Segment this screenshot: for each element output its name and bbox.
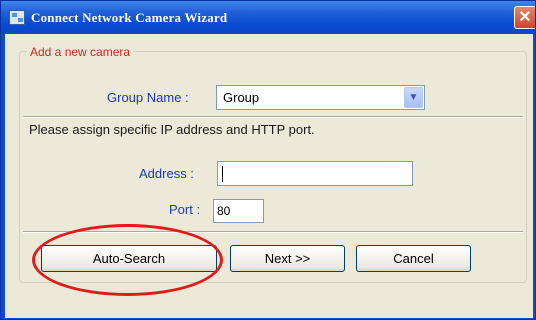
divider-bottom	[23, 231, 523, 233]
instruction-text: Please assign specific IP address and HT…	[29, 122, 315, 137]
close-icon: ✕	[518, 9, 532, 26]
group-name-value: Group	[223, 90, 260, 105]
port-label: Port :	[169, 202, 201, 217]
text-caret	[222, 166, 223, 182]
dialog-body: Add a new camera Group Name : Group ▼ Pl…	[5, 34, 533, 318]
group-name-label: Group Name :	[107, 90, 189, 105]
port-value: 80	[217, 204, 231, 218]
chevron-down-icon: ▼	[408, 92, 419, 103]
group-box-legend: Add a new camera	[27, 45, 134, 59]
auto-search-button[interactable]: Auto-Search	[41, 245, 217, 272]
close-button[interactable]: ✕	[514, 6, 535, 29]
divider-top	[23, 116, 523, 118]
next-button[interactable]: Next >>	[230, 245, 345, 272]
port-input[interactable]: 80	[213, 199, 264, 223]
address-label: Address :	[139, 166, 194, 181]
title-bar[interactable]: Connect Network Camera Wizard ✕	[1, 1, 535, 34]
window-title: Connect Network Camera Wizard	[31, 10, 228, 25]
group-name-select[interactable]: Group ▼	[216, 85, 425, 110]
cancel-button[interactable]: Cancel	[356, 245, 471, 272]
address-input[interactable]	[217, 161, 413, 186]
dropdown-arrow-button[interactable]: ▼	[404, 87, 423, 108]
app-window-icon	[9, 10, 25, 25]
dialog-window: Connect Network Camera Wizard ✕ Add a ne…	[0, 0, 536, 320]
